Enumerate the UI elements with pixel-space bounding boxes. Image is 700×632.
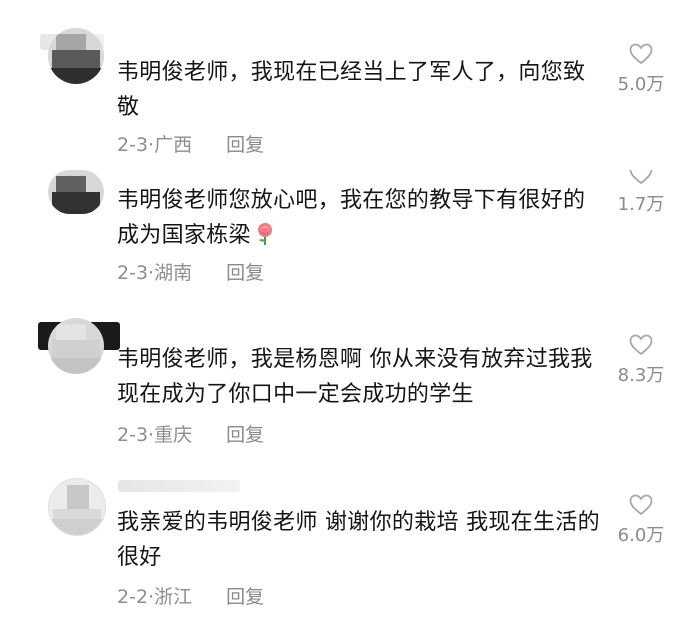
like-button[interactable]: 5.0万 — [608, 42, 674, 96]
like-button[interactable]: 1.7万 — [608, 170, 674, 216]
comment-location: 广西 — [154, 134, 193, 156]
like-count: 5.0万 — [617, 74, 665, 95]
reply-button[interactable]: 回复 — [226, 262, 264, 284]
comment-meta: 2-2·浙江 回复 — [117, 582, 264, 609]
heart-outline-icon — [629, 494, 653, 515]
comment-location: 重庆 — [154, 424, 193, 446]
comment-date: 2-3 — [117, 424, 149, 446]
reply-button[interactable]: 回复 — [226, 424, 264, 446]
heart-outline-icon — [629, 170, 653, 184]
avatar[interactable] — [48, 170, 104, 214]
heart-outline-icon — [629, 334, 653, 355]
like-count: 6.0万 — [617, 525, 665, 546]
comment-location: 浙江 — [154, 586, 193, 608]
avatar[interactable] — [48, 478, 106, 536]
comment-text: 韦明俊老师，我现在已经当上了军人了，向您致敬 — [117, 60, 586, 120]
like-count: 8.3万 — [617, 365, 665, 386]
rose-emoji — [257, 223, 272, 245]
avatar[interactable] — [48, 28, 104, 84]
comment-location: 湖南 — [154, 262, 193, 284]
comment-text: 韦明俊老师您放心吧，我在您的教导下有很好的成为国家栋梁 — [117, 183, 607, 253]
comment-meta: 2-3·广西 回复 — [117, 130, 264, 157]
username-redacted — [118, 480, 240, 492]
comment-meta: 2-3·湖南 回复 — [117, 258, 264, 285]
like-count: 1.7万 — [617, 194, 665, 215]
comment-text-body: 韦明俊老师您放心吧，我在您的教导下有很好的成为国家栋梁 — [117, 188, 586, 248]
reply-button[interactable]: 回复 — [226, 134, 264, 156]
comment-date: 2-3 — [117, 262, 149, 284]
reply-button[interactable]: 回复 — [226, 586, 264, 608]
comment-meta: 2-3·重庆 回复 — [117, 420, 264, 447]
comment-text: 我亲爱的韦明俊老师 谢谢你的栽培 我现在生活的很好 — [117, 510, 600, 570]
comment-date: 2-2 — [117, 586, 149, 608]
like-button[interactable]: 8.3万 — [608, 333, 674, 387]
comment-date: 2-3 — [117, 134, 149, 156]
comment-text: 韦明俊老师，我是杨恩啊 你从来没有放弃过我我现在成为了你口中一定会成功的学生 — [117, 347, 593, 407]
like-button[interactable]: 6.0万 — [608, 493, 674, 547]
avatar[interactable] — [48, 318, 104, 374]
heart-outline-icon — [629, 43, 653, 64]
